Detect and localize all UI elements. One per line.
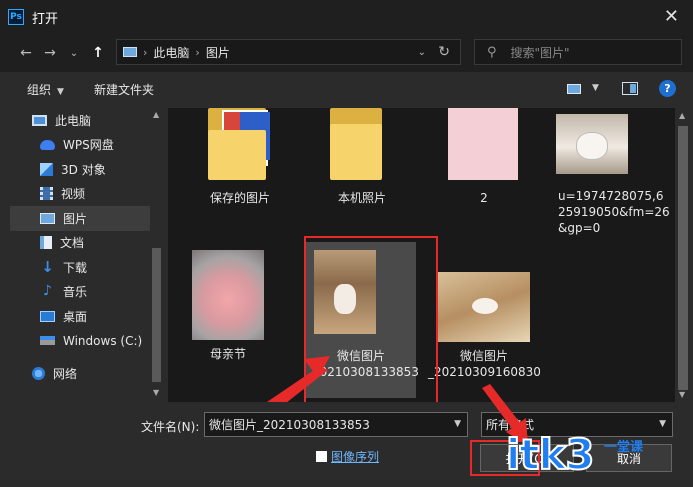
- chevron-down-icon: ▼: [57, 86, 64, 97]
- sidebar-item-videos[interactable]: 视频: [10, 182, 160, 207]
- address-bar[interactable]: › 此电脑 › 图片 ⌄ ↻: [116, 39, 461, 65]
- video-icon: [40, 187, 53, 201]
- refresh-icon[interactable]: ↻: [438, 44, 450, 60]
- sidebar-scrollbar[interactable]: ▲ ▼: [150, 108, 164, 402]
- navigation-pane: 此电脑 WPS网盘 3D 对象 视频 图片 文档 ↓ 下载 ♪ 音乐 桌面 Wi…: [10, 108, 160, 402]
- photoshop-icon: Ps: [8, 9, 24, 25]
- sidebar-item-label: 图片: [63, 211, 88, 226]
- window-title: 打开: [32, 11, 59, 27]
- sidebar-item-downloads[interactable]: ↓ 下载: [10, 255, 160, 280]
- back-arrow-icon[interactable]: ←: [14, 45, 38, 61]
- scroll-up-icon[interactable]: ▲: [153, 110, 159, 119]
- drive-icon: [40, 336, 55, 346]
- sidebar-item-label: WPS网盘: [63, 138, 114, 153]
- sidebar-item-label: 网络: [53, 366, 78, 381]
- sidebar-item-label: 文档: [60, 236, 85, 251]
- organize-label: 组织: [27, 82, 52, 97]
- search-icon: ⚲: [487, 44, 497, 60]
- sidebar-item-desktop[interactable]: 桌面: [10, 304, 160, 329]
- selection-highlight-box: [304, 236, 438, 410]
- filename-value: 微信图片_20210308133853: [209, 418, 370, 432]
- chevron-down-icon[interactable]: ▼: [659, 419, 666, 429]
- file-list-scroll-thumb[interactable]: [678, 126, 688, 390]
- navigation-bar: ← → ⌄ ↑ › 此电脑 › 图片 ⌄ ↻ ⚲ 搜索"图片": [0, 34, 693, 72]
- search-input[interactable]: ⚲ 搜索"图片": [474, 39, 682, 65]
- sidebar-item-label: 桌面: [63, 309, 88, 324]
- computer-icon: [32, 114, 47, 126]
- title-bar: Ps 打开 ✕: [0, 0, 693, 34]
- sidebar-item-this-pc[interactable]: 此电脑: [10, 108, 160, 133]
- forward-arrow-icon[interactable]: →: [38, 45, 62, 61]
- pictures-location-icon: [123, 47, 137, 57]
- cloud-icon: [40, 139, 55, 150]
- image-sequence-label[interactable]: 图像序列: [331, 448, 379, 465]
- pictures-icon: [40, 212, 55, 224]
- search-placeholder: 搜索"图片": [510, 45, 570, 60]
- filename-input[interactable]: 微信图片_20210308133853 ▼: [204, 412, 468, 437]
- breadcrumb-this-pc[interactable]: 此电脑: [153, 44, 189, 61]
- network-icon: [32, 366, 45, 380]
- organize-button[interactable]: 组织 ▼: [27, 81, 64, 98]
- sidebar-item-label: Windows (C:): [63, 333, 143, 348]
- command-toolbar: 组织 ▼ 新建文件夹 ▼ ?: [0, 72, 693, 106]
- image-sequence-checkbox[interactable]: [316, 451, 327, 462]
- filename-label: 文件名(N):: [141, 420, 200, 434]
- scroll-down-icon[interactable]: ▼: [153, 388, 159, 397]
- scroll-down-icon[interactable]: ▼: [679, 390, 685, 399]
- preview-pane-icon[interactable]: [622, 82, 638, 95]
- close-icon[interactable]: ✕: [664, 6, 679, 27]
- sidebar-item-label: 3D 对象: [61, 162, 106, 177]
- address-dropdown-icon[interactable]: ⌄: [418, 47, 426, 58]
- sidebar-item-label: 此电脑: [55, 113, 92, 128]
- chevron-down-icon[interactable]: ▼: [454, 419, 461, 429]
- sidebar-item-label: 视频: [61, 187, 86, 202]
- watermark-suffix: 一堂课: [604, 440, 644, 455]
- cube-icon: [40, 162, 53, 176]
- breadcrumb-chevron-icon: ›: [143, 45, 148, 59]
- new-folder-button[interactable]: 新建文件夹: [94, 81, 154, 98]
- history-chevron-icon[interactable]: ⌄: [62, 48, 86, 59]
- scroll-up-icon[interactable]: ▲: [679, 111, 685, 120]
- sidebar-item-pictures[interactable]: 图片: [10, 206, 160, 231]
- sidebar-item-label: 下载: [63, 260, 88, 275]
- file-list-scrollbar[interactable]: ▲ ▼: [675, 108, 691, 402]
- documents-icon: [40, 236, 52, 250]
- view-mode-icon[interactable]: [567, 84, 581, 94]
- breadcrumb-pictures[interactable]: 图片: [206, 44, 230, 61]
- view-dropdown-icon[interactable]: ▼: [592, 83, 599, 93]
- sidebar-item-3d-objects[interactable]: 3D 对象: [10, 157, 160, 182]
- itk3-watermark: itk3: [505, 430, 596, 479]
- desktop-icon: [40, 310, 55, 322]
- sidebar-item-windows-c[interactable]: Windows (C:): [10, 329, 160, 354]
- sidebar-scroll-thumb[interactable]: [152, 248, 161, 382]
- sidebar-item-wps-cloud[interactable]: WPS网盘: [10, 133, 160, 158]
- download-icon: ↓: [41, 257, 54, 276]
- help-icon[interactable]: ?: [659, 80, 676, 97]
- music-icon: ♪: [43, 283, 52, 300]
- breadcrumb-chevron-icon: ›: [195, 45, 200, 59]
- sidebar-item-network[interactable]: 网络: [10, 361, 160, 386]
- sidebar-item-music[interactable]: ♪ 音乐: [10, 280, 160, 305]
- sidebar-item-documents[interactable]: 文档: [10, 231, 160, 256]
- sidebar-item-label: 音乐: [63, 285, 88, 300]
- up-arrow-icon[interactable]: ↑: [86, 45, 110, 61]
